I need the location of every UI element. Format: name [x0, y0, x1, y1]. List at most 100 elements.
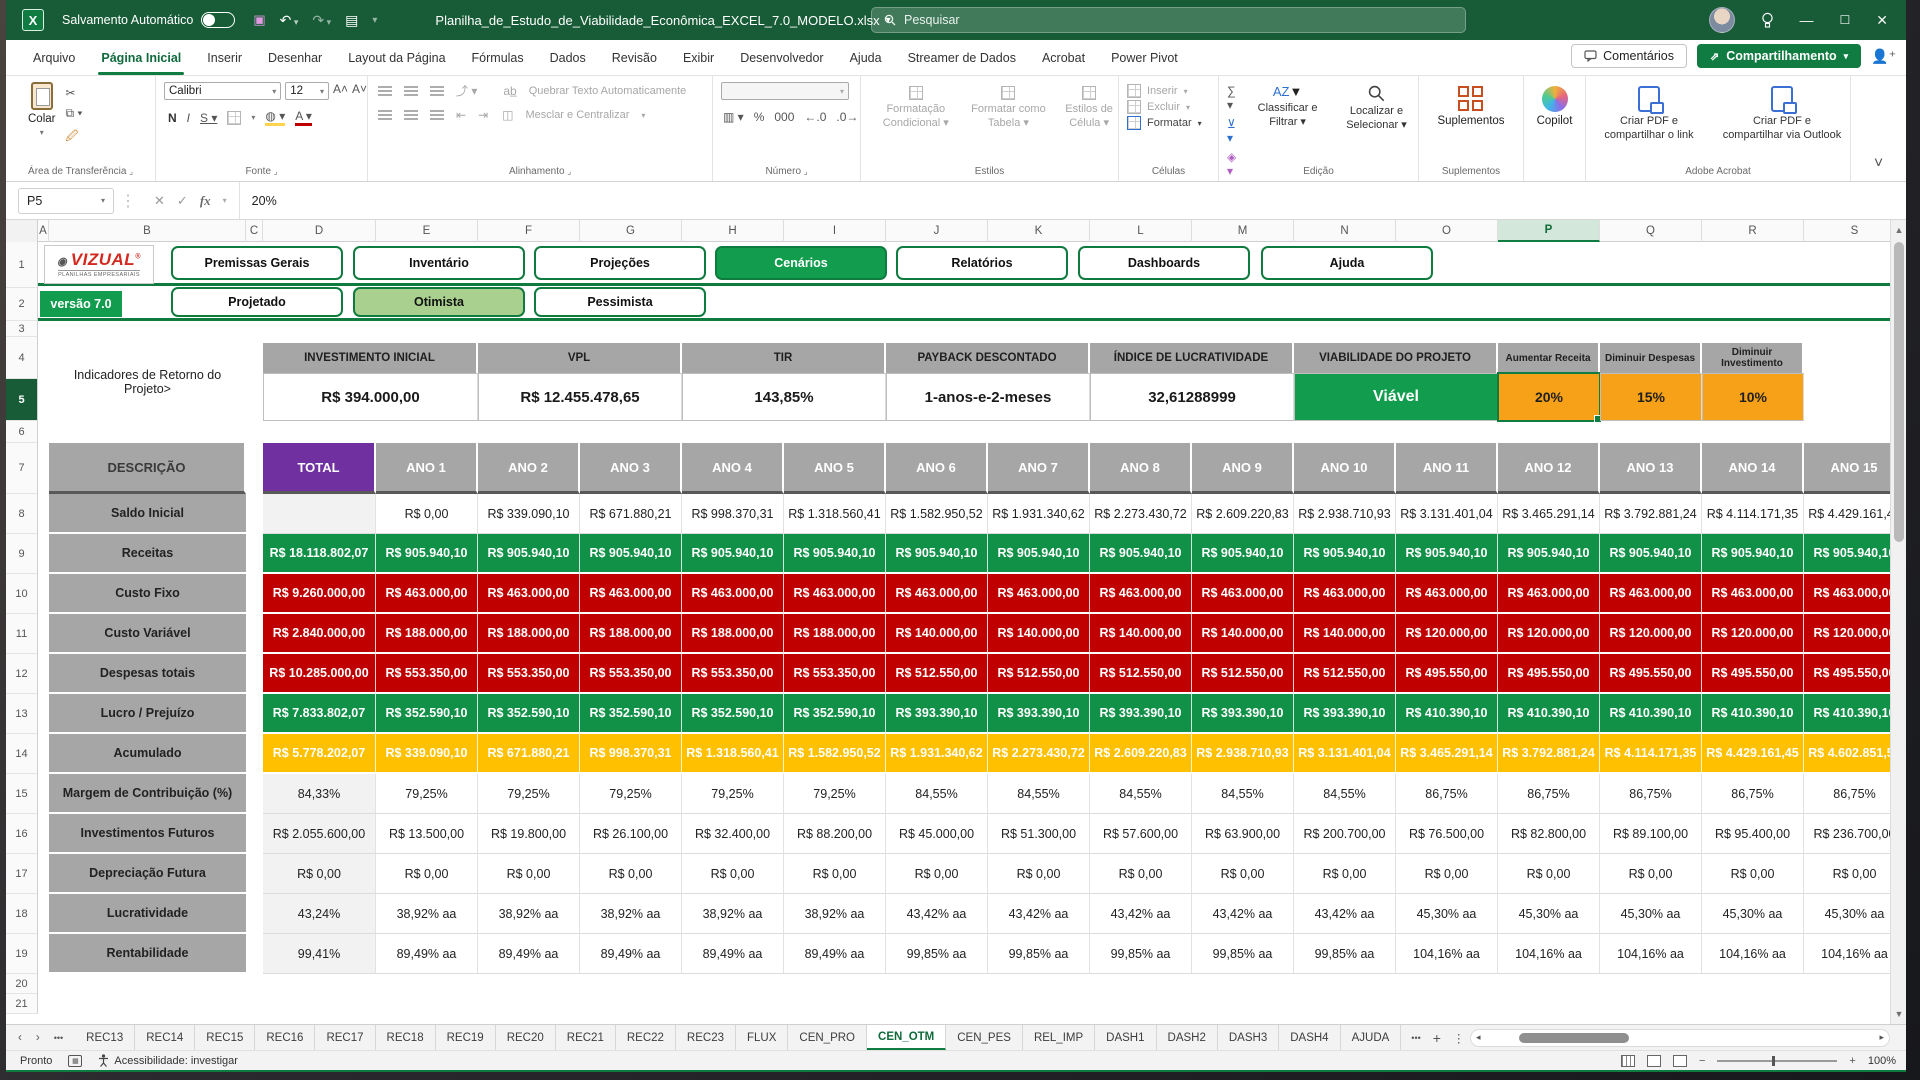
cell-receitas-ano-8[interactable]: R$ 905.940,10: [1090, 534, 1192, 574]
menu-tab-revisão[interactable]: Revisão: [599, 40, 670, 75]
indicator-value--ndice-de-lucratividade[interactable]: 32,61288999: [1090, 373, 1294, 421]
sheet-tab-dash3[interactable]: DASH3: [1218, 1025, 1279, 1050]
row-header-10[interactable]: 10: [6, 574, 38, 614]
cell-margem-de-contribui-o--ano-13[interactable]: 86,75%: [1600, 774, 1702, 814]
cell-rentabilidade-ano-6[interactable]: 99,85% aa: [886, 934, 988, 974]
tab-menu-icon[interactable]: ⋮: [1453, 1031, 1465, 1045]
column-header-D[interactable]: D: [263, 220, 376, 242]
row-label-lucro-preju-zo[interactable]: Lucro / Prejuízo: [49, 694, 246, 734]
copy-icon[interactable]: ⧉ ▾: [65, 106, 82, 121]
cell-deprecia-o-futura-ano-4[interactable]: R$ 0,00: [682, 854, 784, 894]
cell-lucratividade-ano-6[interactable]: 43,42% aa: [886, 894, 988, 934]
cell-total-custo-fixo[interactable]: R$ 9.260.000,00: [263, 574, 376, 614]
cell-deprecia-o-futura-ano-10[interactable]: R$ 0,00: [1294, 854, 1396, 894]
row-label-lucratividade[interactable]: Lucratividade: [49, 894, 246, 934]
increase-font-icon[interactable]: A˄: [333, 82, 348, 100]
cell-margem-de-contribui-o--ano-10[interactable]: 84,55%: [1294, 774, 1396, 814]
cell-rentabilidade-ano-9[interactable]: 99,85% aa: [1192, 934, 1294, 974]
cell-investimentos-futuros-ano-9[interactable]: R$ 63.900,00: [1192, 814, 1294, 854]
menu-tab-dados[interactable]: Dados: [537, 40, 599, 75]
scroll-down-icon[interactable]: ▼: [1891, 1006, 1906, 1022]
menu-tab-arquivo[interactable]: Arquivo: [20, 40, 88, 75]
excel-app-icon[interactable]: X: [22, 9, 44, 31]
decrease-decimal-icon[interactable]: .0→: [836, 110, 858, 124]
column-header-Q[interactable]: Q: [1600, 220, 1702, 242]
cell-saldo-inicial-ano-14[interactable]: R$ 4.114.171,35: [1702, 494, 1804, 534]
cell-investimentos-futuros-ano-7[interactable]: R$ 51.300,00: [988, 814, 1090, 854]
select-all-corner[interactable]: [6, 220, 38, 242]
cell-deprecia-o-futura-ano-14[interactable]: R$ 0,00: [1702, 854, 1804, 894]
cell-deprecia-o-futura-ano-3[interactable]: R$ 0,00: [580, 854, 682, 894]
cell-margem-de-contribui-o--ano-8[interactable]: 84,55%: [1090, 774, 1192, 814]
sheet-tab-rec21[interactable]: REC21: [556, 1025, 616, 1050]
cell-custo-vari-vel-ano-12[interactable]: R$ 120.000,00: [1498, 614, 1600, 654]
sheet-tab-rec19[interactable]: REC19: [436, 1025, 496, 1050]
cell-rentabilidade-ano-13[interactable]: 104,16% aa: [1600, 934, 1702, 974]
cell-margem-de-contribui-o--ano-1[interactable]: 79,25%: [376, 774, 478, 814]
cell-saldo-inicial-ano-11[interactable]: R$ 3.131.401,04: [1396, 494, 1498, 534]
undo-icon[interactable]: ↶ ▾: [280, 12, 299, 29]
cell-custo-vari-vel-ano-4[interactable]: R$ 188.000,00: [682, 614, 784, 654]
cell-investimentos-futuros-ano-1[interactable]: R$ 13.500,00: [376, 814, 478, 854]
cell-saldo-inicial-ano-13[interactable]: R$ 3.792.881,24: [1600, 494, 1702, 534]
cell-receitas-ano-13[interactable]: R$ 905.940,10: [1600, 534, 1702, 574]
new-sheet-button[interactable]: +: [1433, 1030, 1441, 1046]
cell-deprecia-o-futura-ano-5[interactable]: R$ 0,00: [784, 854, 886, 894]
cell-despesas-totais-ano-3[interactable]: R$ 553.350,00: [580, 654, 682, 694]
scenario-button-otimista[interactable]: Otimista: [353, 287, 525, 317]
fill-icon[interactable]: ⊻ ▾: [1227, 117, 1240, 145]
table-header-ano-9[interactable]: ANO 9: [1192, 443, 1294, 494]
cell-total-saldo-inicial[interactable]: [263, 494, 376, 534]
cell-margem-de-contribui-o--ano-12[interactable]: 86,75%: [1498, 774, 1600, 814]
indicator-value-diminuir-investimento[interactable]: 10%: [1702, 373, 1804, 421]
cell-margem-de-contribui-o--ano-7[interactable]: 84,55%: [988, 774, 1090, 814]
indicator-value-vpl[interactable]: R$ 12.455.478,65: [478, 373, 682, 421]
number-format-select[interactable]: ▾: [721, 82, 849, 100]
row-header-9[interactable]: 9: [6, 534, 38, 574]
table-header-ano-11[interactable]: ANO 11: [1396, 443, 1498, 494]
table-header-ano-4[interactable]: ANO 4: [682, 443, 784, 494]
nav-button-relatórios[interactable]: Relatórios: [896, 246, 1068, 280]
cell-despesas-totais-ano-6[interactable]: R$ 512.550,00: [886, 654, 988, 694]
decrease-font-icon[interactable]: A˅: [352, 82, 367, 100]
wrap-text-icon[interactable]: ab̲: [503, 84, 516, 98]
row-header-21[interactable]: 21: [6, 994, 38, 1014]
table-header-ano-8[interactable]: ANO 8: [1090, 443, 1192, 494]
cell-acumulado-ano-10[interactable]: R$ 3.131.401,04: [1294, 734, 1396, 774]
cell-margem-de-contribui-o--ano-11[interactable]: 86,75%: [1396, 774, 1498, 814]
column-header-M[interactable]: M: [1192, 220, 1294, 242]
align-middle-icon[interactable]: [404, 86, 418, 96]
cell-total-receitas[interactable]: R$ 18.118.802,07: [263, 534, 376, 574]
cell-lucro-preju-zo-ano-5[interactable]: R$ 352.590,10: [784, 694, 886, 734]
hscroll-left-icon[interactable]: ◂: [1476, 1032, 1481, 1043]
column-header-I[interactable]: I: [784, 220, 886, 242]
cell-custo-fixo-ano-1[interactable]: R$ 463.000,00: [376, 574, 478, 614]
orientation-icon[interactable]: ⤴ ▾: [456, 82, 477, 99]
enter-icon[interactable]: ✓: [177, 193, 188, 209]
horizontal-scroll-thumb[interactable]: [1519, 1033, 1629, 1043]
cell-receitas-ano-9[interactable]: R$ 905.940,10: [1192, 534, 1294, 574]
zoom-slider[interactable]: [1717, 1060, 1837, 1062]
cell-receitas-ano-7[interactable]: R$ 905.940,10: [988, 534, 1090, 574]
sheet-tab-dash4[interactable]: DASH4: [1279, 1025, 1340, 1050]
align-left-icon[interactable]: [378, 110, 392, 120]
indicator-value-aumentar-receita[interactable]: 20%: [1498, 373, 1600, 421]
nav-button-dashboards[interactable]: Dashboards: [1078, 246, 1250, 280]
cell-custo-vari-vel-ano-6[interactable]: R$ 140.000,00: [886, 614, 988, 654]
cell-deprecia-o-futura-ano-2[interactable]: R$ 0,00: [478, 854, 580, 894]
cell-despesas-totais-ano-13[interactable]: R$ 495.550,00: [1600, 654, 1702, 694]
cell-saldo-inicial-ano-7[interactable]: R$ 1.931.340,62: [988, 494, 1090, 534]
decrease-indent-icon[interactable]: ⇤: [456, 108, 466, 122]
cell-rentabilidade-ano-3[interactable]: 89,49% aa: [580, 934, 682, 974]
sheet-tab-dash1[interactable]: DASH1: [1095, 1025, 1156, 1050]
italic-icon[interactable]: I: [187, 111, 190, 125]
row-label-margem-de-contribui-o-[interactable]: Margem de Contribuição (%): [49, 774, 246, 814]
user-avatar[interactable]: [1709, 7, 1735, 33]
cell-rentabilidade-ano-7[interactable]: 99,85% aa: [988, 934, 1090, 974]
cell-lucro-preju-zo-ano-14[interactable]: R$ 410.390,10: [1702, 694, 1804, 734]
cell-custo-fixo-ano-3[interactable]: R$ 463.000,00: [580, 574, 682, 614]
cell-receitas-ano-11[interactable]: R$ 905.940,10: [1396, 534, 1498, 574]
save-icon[interactable]: ▣: [253, 12, 265, 28]
close-button[interactable]: ✕: [1876, 12, 1888, 29]
cell-lucratividade-ano-8[interactable]: 43,42% aa: [1090, 894, 1192, 934]
